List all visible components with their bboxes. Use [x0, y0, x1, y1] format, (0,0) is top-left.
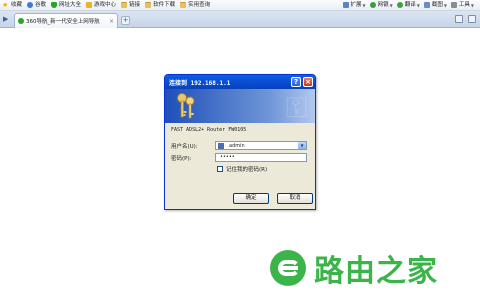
password-field[interactable]: •••••: [215, 153, 307, 162]
cancel-button[interactable]: 取消: [277, 193, 313, 204]
close-button[interactable]: ×: [303, 77, 313, 87]
site-favicon-icon: [18, 18, 24, 24]
fav-item-downloads[interactable]: 软件下载: [145, 0, 176, 10]
screenshot-icon: [423, 2, 430, 8]
bank-button[interactable]: 网银 ▼: [369, 0, 393, 10]
fav-label: 软件下载: [153, 1, 176, 8]
tools-button[interactable]: 工具 ▼: [450, 0, 474, 10]
star-icon: ★: [2, 1, 9, 9]
fav-label: 游戏中心: [94, 1, 117, 8]
fav-item-games[interactable]: 游戏中心: [86, 0, 117, 10]
fav-label: 实用查询: [188, 1, 211, 8]
dialog-banner: ⚿: [165, 89, 315, 123]
watermark-logo: 路由之家: [270, 246, 438, 290]
fav-item-lookup[interactable]: 实用查询: [180, 0, 211, 10]
fav-label: 网址大全: [59, 1, 82, 8]
fav-label: 谷歌: [35, 1, 47, 8]
user-icon: [218, 142, 224, 149]
dialog-title: 连接到 192.168.1.1: [169, 79, 231, 87]
chevron-down-icon: ▼: [416, 2, 420, 8]
close-tab-icon[interactable]: ×: [109, 18, 114, 25]
fav-item-collect[interactable]: ★ 收藏: [2, 0, 23, 10]
folder-icon: [121, 2, 128, 8]
toolbar-label: 扩展: [350, 1, 362, 8]
logo-text: 路由之家: [314, 254, 438, 289]
folder-icon: [180, 2, 187, 8]
keys-icon: [177, 93, 195, 119]
restore-tabs-icon[interactable]: [455, 15, 463, 23]
logo-mark-icon: [270, 250, 306, 286]
trash-icon[interactable]: [468, 15, 476, 23]
remember-password-row[interactable]: 记住我的密码(R): [217, 165, 267, 173]
login-dialog: 连接到 192.168.1.1 ? × ⚿ FAST ADSL2+ Router…: [164, 74, 316, 210]
dialog-titlebar[interactable]: 连接到 192.168.1.1 ? ×: [165, 75, 315, 89]
toolbar-right: 扩展 ▼ 网银 ▼ 翻译 ▼ 截图 ▼ 工具 ▼: [342, 0, 478, 10]
google-icon: [27, 2, 34, 8]
translate-icon: [396, 2, 403, 8]
chevron-down-icon: ▼: [470, 2, 474, 8]
screenshot-button[interactable]: 截图 ▼: [423, 0, 447, 10]
realm-text: FAST ADSL2+ Router FW0105: [171, 127, 247, 133]
chevron-down-icon[interactable]: ▼: [298, 142, 306, 149]
tab-360-nav[interactable]: 360导航_新一代安全上网导航 ×: [14, 13, 118, 28]
shield-icon: [51, 2, 58, 8]
tab-bar: ▶ 360导航_新一代安全上网导航 × +: [0, 11, 480, 28]
toolbar-label: 截图: [431, 1, 443, 8]
fav-item-links[interactable]: 链接: [121, 0, 141, 10]
toolbar-label: 翻译: [404, 1, 416, 8]
remember-checkbox[interactable]: [217, 166, 223, 172]
translate-button[interactable]: 翻译 ▼: [396, 0, 420, 10]
toolbar-label: 工具: [458, 1, 470, 8]
username-combo[interactable]: admin ▼: [215, 141, 307, 150]
bank-icon: [369, 2, 376, 8]
help-button[interactable]: ?: [291, 77, 301, 87]
tab-bar-tools: [455, 15, 476, 23]
fav-label: 链接: [129, 1, 141, 8]
extensions-button[interactable]: 扩展 ▼: [342, 0, 366, 10]
username-row: 用户名(U): admin ▼: [171, 141, 307, 150]
new-tab-button[interactable]: +: [121, 16, 130, 25]
password-row: 密码(P): •••••: [171, 153, 307, 162]
banner-watermark-icon: ⚿: [285, 91, 307, 123]
favorites-bar: ★ 收藏 谷歌 网址大全 游戏中心 链接 软件下载 实用查询 扩展 ▼ 网银 ▼: [0, 0, 480, 11]
ok-button[interactable]: 确定: [233, 193, 269, 204]
chevron-down-icon: ▼: [362, 2, 366, 8]
chevron-down-icon: ▼: [443, 2, 447, 8]
tab-title: 360导航_新一代安全上网导航: [26, 19, 100, 25]
username-value[interactable]: admin: [226, 143, 298, 149]
fav-item-google[interactable]: 谷歌: [27, 0, 47, 10]
toolbar-label: 网银: [377, 1, 389, 8]
username-label: 用户名(U):: [171, 143, 198, 150]
dialog-buttons: 确定 取消: [233, 193, 313, 204]
fav-label: 收藏: [11, 1, 23, 8]
remember-label: 记住我的密码(R): [226, 167, 268, 173]
chevron-down-icon: ▼: [389, 2, 393, 8]
folder-icon: [145, 2, 152, 8]
tools-icon: [450, 2, 457, 8]
tab-list-icon[interactable]: ▶: [3, 15, 12, 24]
extensions-icon: [342, 2, 349, 8]
password-label: 密码(P):: [171, 155, 192, 162]
game-icon: [86, 2, 93, 8]
fav-item-sites[interactable]: 网址大全: [51, 0, 82, 10]
